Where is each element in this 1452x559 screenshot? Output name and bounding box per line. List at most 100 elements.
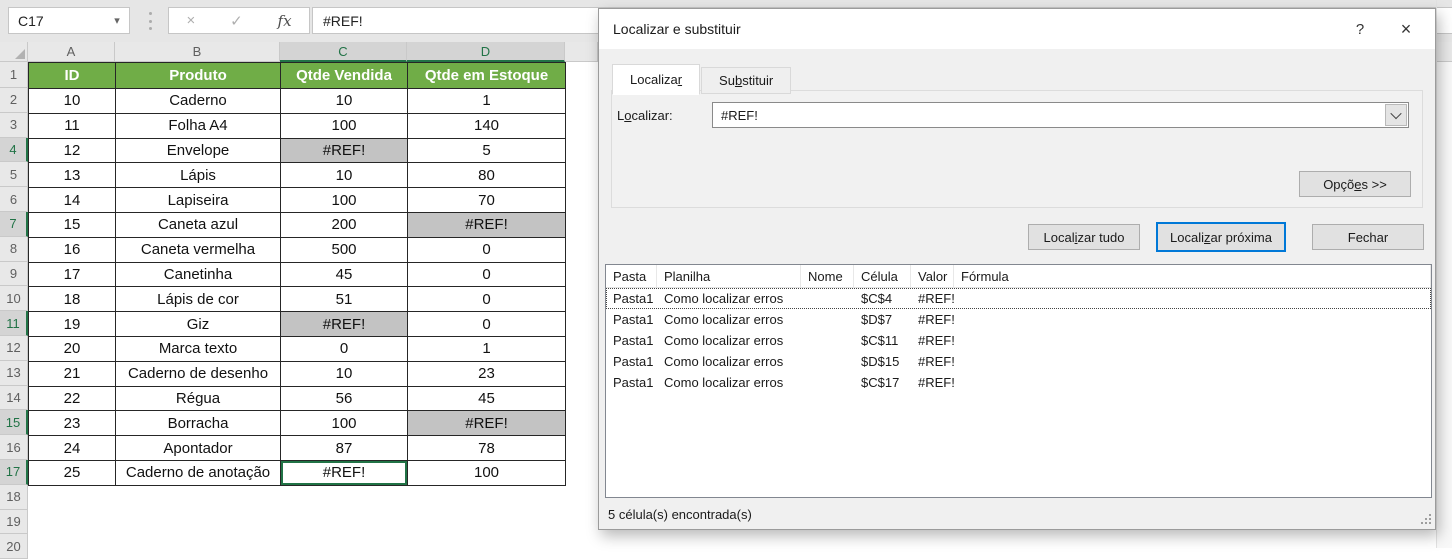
cell-c13[interactable]: 10 — [281, 362, 408, 387]
result-row-3[interactable]: Pasta1Como localizar erros$C$11#REF! — [606, 330, 1431, 351]
cell-a12[interactable]: 20 — [29, 337, 116, 362]
cell-a13[interactable]: 21 — [29, 362, 116, 387]
column-header-d[interactable]: D — [407, 42, 565, 62]
cell-a5[interactable]: 13 — [29, 163, 116, 188]
row-header-15[interactable]: 15 — [0, 410, 28, 435]
cell-a4[interactable]: 12 — [29, 139, 116, 164]
cell-d7[interactable]: #REF! — [408, 213, 566, 238]
cell-b17[interactable]: Caderno de anotação — [116, 461, 281, 486]
result-row-5[interactable]: Pasta1Como localizar erros$C$17#REF! — [606, 372, 1431, 393]
cell-d15[interactable]: #REF! — [408, 411, 566, 436]
cell-b8[interactable]: Caneta vermelha — [116, 238, 281, 263]
insert-function-icon[interactable]: fx — [278, 12, 292, 30]
cell-c11[interactable]: #REF! — [281, 312, 408, 337]
cell-c10[interactable]: 51 — [281, 287, 408, 312]
cell-b5[interactable]: Lápis — [116, 163, 281, 188]
cell-b9[interactable]: Canetinha — [116, 263, 281, 288]
cell-c7[interactable]: 200 — [281, 213, 408, 238]
cell-d6[interactable]: 70 — [408, 188, 566, 213]
cell-a8[interactable]: 16 — [29, 238, 116, 263]
row-header-18[interactable]: 18 — [0, 485, 28, 510]
cell-d2[interactable]: 1 — [408, 89, 566, 114]
cell-b6[interactable]: Lapiseira — [116, 188, 281, 213]
cell-d12[interactable]: 1 — [408, 337, 566, 362]
cell-a10[interactable]: 18 — [29, 287, 116, 312]
results-column-valor[interactable]: Valor — [911, 265, 954, 287]
find-next-button[interactable]: Localizar próxima — [1156, 222, 1286, 252]
row-header-5[interactable]: 5 — [0, 162, 28, 187]
find-all-button[interactable]: Localizar tudo — [1028, 224, 1140, 250]
row-header-8[interactable]: 8 — [0, 237, 28, 262]
header-cell-c1[interactable]: Qtde Vendida — [281, 63, 408, 89]
cell-b14[interactable]: Régua — [116, 387, 281, 412]
cell-d3[interactable]: 140 — [408, 114, 566, 139]
results-column-fórmula[interactable]: Fórmula — [954, 265, 1431, 287]
close-icon[interactable]: × — [1377, 19, 1435, 40]
cell-d5[interactable]: 80 — [408, 163, 566, 188]
cell-a9[interactable]: 17 — [29, 263, 116, 288]
tab-substituir[interactable]: Substituir — [701, 67, 791, 94]
results-column-célula[interactable]: Célula — [854, 265, 911, 287]
row-header-13[interactable]: 13 — [0, 361, 28, 386]
cell-d4[interactable]: 5 — [408, 139, 566, 164]
column-header-a[interactable]: A — [28, 42, 115, 62]
cell-c9[interactable]: 45 — [281, 263, 408, 288]
cell-c14[interactable]: 56 — [281, 387, 408, 412]
cell-c8[interactable]: 500 — [281, 238, 408, 263]
cell-b13[interactable]: Caderno de desenho — [116, 362, 281, 387]
cell-a7[interactable]: 15 — [29, 213, 116, 238]
row-header-7[interactable]: 7 — [0, 212, 28, 237]
cell-c3[interactable]: 100 — [281, 114, 408, 139]
header-cell-b1[interactable]: Produto — [116, 63, 281, 89]
name-box[interactable]: C17 ▾ — [8, 7, 130, 34]
resize-grip[interactable] — [1419, 512, 1431, 524]
cell-a16[interactable]: 24 — [29, 436, 116, 461]
cell-a17[interactable]: 25 — [29, 461, 116, 486]
column-header-c[interactable]: C — [280, 42, 407, 62]
cell-b11[interactable]: Giz — [116, 312, 281, 337]
cell-d14[interactable]: 45 — [408, 387, 566, 412]
row-header-4[interactable]: 4 — [0, 138, 28, 163]
cell-b4[interactable]: Envelope — [116, 139, 281, 164]
results-column-pasta[interactable]: Pasta — [606, 265, 657, 287]
cell-c5[interactable]: 10 — [281, 163, 408, 188]
row-header-20[interactable]: 20 — [0, 534, 28, 559]
results-list[interactable]: PastaPlanilhaNomeCélulaValorFórmula Past… — [605, 264, 1432, 498]
row-header-10[interactable]: 10 — [0, 286, 28, 311]
cell-b16[interactable]: Apontador — [116, 436, 281, 461]
cell-b7[interactable]: Caneta azul — [116, 213, 281, 238]
select-all-corner[interactable] — [0, 42, 28, 62]
result-row-1[interactable]: Pasta1Como localizar erros$C$4#REF! — [606, 288, 1431, 309]
close-button[interactable]: Fechar — [1312, 224, 1424, 250]
name-box-dropdown-icon[interactable]: ▾ — [105, 14, 129, 27]
row-header-11[interactable]: 11 — [0, 311, 28, 336]
tab-localizar[interactable]: Localizar — [612, 64, 700, 95]
result-row-2[interactable]: Pasta1Como localizar erros$D$7#REF! — [606, 309, 1431, 330]
combo-dropdown-button[interactable] — [1385, 104, 1407, 126]
row-header-2[interactable]: 2 — [0, 88, 28, 113]
cell-b15[interactable]: Borracha — [116, 411, 281, 436]
cell-c2[interactable]: 10 — [281, 89, 408, 114]
header-cell-a1[interactable]: ID — [29, 63, 116, 89]
row-header-1[interactable]: 1 — [0, 62, 28, 88]
results-column-nome[interactable]: Nome — [801, 265, 854, 287]
cell-b12[interactable]: Marca texto — [116, 337, 281, 362]
confirm-entry-icon[interactable]: ✓ — [230, 12, 243, 30]
row-header-3[interactable]: 3 — [0, 113, 28, 138]
cell-c6[interactable]: 100 — [281, 188, 408, 213]
header-cell-d1[interactable]: Qtde em Estoque — [408, 63, 566, 89]
cell-a2[interactable]: 10 — [29, 89, 116, 114]
help-icon[interactable]: ? — [1343, 21, 1377, 38]
cell-c15[interactable]: 100 — [281, 411, 408, 436]
cell-a3[interactable]: 11 — [29, 114, 116, 139]
cell-a6[interactable]: 14 — [29, 188, 116, 213]
cell-d8[interactable]: 0 — [408, 238, 566, 263]
results-column-planilha[interactable]: Planilha — [657, 265, 801, 287]
cell-a11[interactable]: 19 — [29, 312, 116, 337]
row-header-14[interactable]: 14 — [0, 386, 28, 411]
find-combobox[interactable]: #REF! — [712, 102, 1409, 128]
row-header-17[interactable]: 17 — [0, 460, 28, 485]
dialog-title-bar[interactable]: Localizar e substituir ? × — [599, 9, 1435, 49]
cell-b3[interactable]: Folha A4 — [116, 114, 281, 139]
cell-c16[interactable]: 87 — [281, 436, 408, 461]
